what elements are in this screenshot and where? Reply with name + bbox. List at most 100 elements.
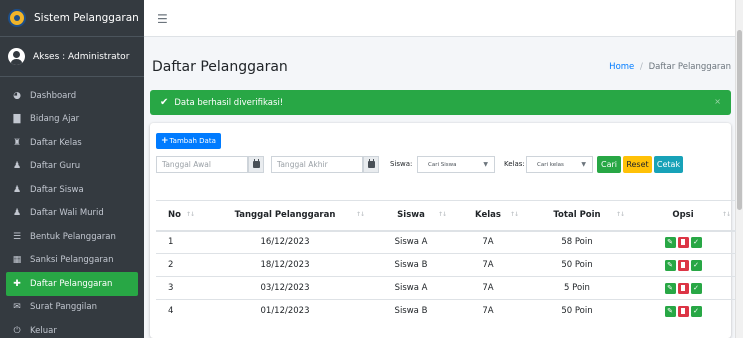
dashboard-icon: ◕ <box>13 90 21 101</box>
sidebar-nav: ◕ Dashboard ▇ Bidang Ajar ♜ Daftar Kelas… <box>0 77 144 338</box>
cell-siswa: Siswa B <box>370 299 452 323</box>
sidebar-item-daftar-kelas[interactable]: ♜ Daftar Kelas <box>0 131 144 155</box>
cell-kelas: 7A <box>452 299 524 323</box>
breadcrumb-current: Daftar Pelanggaran <box>648 62 731 72</box>
edit-button[interactable]: ✎ <box>664 259 676 271</box>
cell-siswa: Siswa A <box>370 276 452 300</box>
sidebar-item-daftar-wali-murid[interactable]: ♟ Daftar Wali Murid <box>0 202 144 226</box>
column-header-opsi[interactable]: Opsi ↑↓ <box>630 200 736 232</box>
table-row: 3 03/12/2023 Siswa A 7A 5 Poin ✎ ✓ <box>156 276 736 300</box>
cell-tanggal: 18/12/2023 <box>200 253 370 277</box>
book-icon: ▇ <box>13 114 21 125</box>
verify-button[interactable]: ✓ <box>690 259 702 271</box>
chevron-down-icon: ▼ <box>483 161 488 168</box>
check-icon: ✔ <box>160 97 169 108</box>
breadcrumb-home-link[interactable]: Home <box>609 62 634 72</box>
sort-icon: ↑↓ <box>721 211 731 218</box>
violations-table: No ↑↓ Tanggal Pelanggaran ↑↓ Siswa ↑↓ Kelas… <box>156 200 736 323</box>
verify-button[interactable]: ✓ <box>690 236 702 248</box>
sidebar-item-bidang-ajar[interactable]: ▇ Bidang Ajar <box>0 108 144 132</box>
power-icon: ⏻ <box>13 325 21 336</box>
user-panel[interactable]: Akses : Administrator <box>0 37 144 77</box>
table-row: 4 01/12/2023 Siswa B 7A 50 Poin ✎ ✓ <box>156 299 736 323</box>
cell-siswa: Siswa B <box>370 253 452 277</box>
main-content: Daftar Pelanggaran Home / Daftar Pelangg… <box>144 37 736 338</box>
delete-button[interactable] <box>677 282 689 294</box>
sidebar-item-label: Bidang Ajar <box>30 114 80 125</box>
sidebar-item-label: Daftar Wali Murid <box>30 208 104 219</box>
cell-total-poin: 50 Poin <box>524 253 630 277</box>
column-header-label: Total Poin <box>553 210 601 221</box>
verify-button[interactable]: ✓ <box>690 305 702 317</box>
plus-icon: + <box>161 136 169 146</box>
sort-icon: ↑↓ <box>509 211 519 218</box>
sidebar-item-sanksi-pelanggaran[interactable]: ▦ Sanksi Pelanggaran <box>0 249 144 273</box>
end-date-calendar-button[interactable] <box>363 156 379 173</box>
cell-opsi: ✎ ✓ <box>630 299 736 323</box>
column-header-siswa[interactable]: Siswa ↑↓ <box>370 200 452 232</box>
siswa-select[interactable]: Cari Siswa ▼ <box>417 156 495 173</box>
cell-no: 2 <box>156 253 200 277</box>
column-header-label: Opsi <box>672 210 694 221</box>
cari-button[interactable]: Cari <box>597 156 621 173</box>
sidebar-item-label: Daftar Pelanggaran <box>30 278 113 289</box>
column-header-label: Tanggal Pelanggaran <box>234 210 336 221</box>
add-data-button[interactable]: + Tambah Data <box>156 133 221 149</box>
sort-icon: ↑↓ <box>615 211 625 218</box>
column-header-no[interactable]: No ↑↓ <box>156 200 200 232</box>
sidebar-item-keluar[interactable]: ⏻ Keluar <box>0 319 144 338</box>
alert-close-button[interactable]: × <box>714 97 721 106</box>
brand[interactable]: Sistem Pelanggaran <box>0 0 144 37</box>
sidebar-item-label: Keluar <box>30 325 57 336</box>
plus-icon: ✚ <box>13 278 21 289</box>
column-header-label: Siswa <box>397 210 425 221</box>
table-icon: ▦ <box>12 255 22 266</box>
table-row: 2 18/12/2023 Siswa B 7A 50 Poin ✎ ✓ <box>156 253 736 277</box>
sort-icon: ↑↓ <box>185 211 195 218</box>
sidebar-item-surat-panggilan[interactable]: ✉ Surat Panggilan <box>0 296 144 320</box>
cell-tanggal: 16/12/2023 <box>200 230 370 254</box>
column-header-total-poin[interactable]: Total Poin ↑↓ <box>524 200 630 232</box>
cell-kelas: 7A <box>452 253 524 277</box>
list-icon: ☰ <box>12 231 22 242</box>
column-header-tanggal[interactable]: Tanggal Pelanggaran ↑↓ <box>200 200 370 232</box>
menu-toggle-icon[interactable]: ☰ <box>157 12 168 26</box>
reset-button[interactable]: Reset <box>623 156 652 173</box>
verify-button[interactable]: ✓ <box>690 282 702 294</box>
calendar-icon <box>367 159 375 168</box>
users-icon: ♟ <box>12 161 22 172</box>
user-access: Akses : Administrator <box>33 51 130 62</box>
delete-button[interactable] <box>677 305 689 317</box>
calendar-icon <box>252 159 260 168</box>
end-date-input[interactable]: Tanggal Akhir <box>271 156 363 173</box>
cetak-button[interactable]: Cetak <box>654 156 683 173</box>
sidebar-item-bentuk-pelanggaran[interactable]: ☰ Bentuk Pelanggaran <box>0 225 144 249</box>
sidebar-item-label: Surat Panggilan <box>30 302 97 313</box>
kelas-select[interactable]: Cari kelas ▼ <box>526 156 593 173</box>
cell-no: 4 <box>156 299 200 323</box>
delete-button[interactable] <box>677 259 689 271</box>
column-header-kelas[interactable]: Kelas ↑↓ <box>452 200 524 232</box>
start-date-input[interactable]: Tanggal Awal <box>156 156 248 173</box>
sidebar-item-label: Bentuk Pelanggaran <box>30 231 116 242</box>
cell-opsi: ✎ ✓ <box>630 230 736 254</box>
siswa-select-value: Cari Siswa <box>428 161 457 168</box>
edit-button[interactable]: ✎ <box>664 282 676 294</box>
users-icon: ♟ <box>12 208 22 219</box>
delete-button[interactable] <box>677 236 689 248</box>
sidebar-item-daftar-siswa[interactable]: ♟ Daftar Siswa <box>0 178 144 202</box>
scrollbar-thumb[interactable] <box>737 30 742 210</box>
start-date-calendar-button[interactable] <box>248 156 264 173</box>
edit-button[interactable]: ✎ <box>664 236 676 248</box>
sidebar-item-daftar-guru[interactable]: ♟ Daftar Guru <box>0 155 144 179</box>
kelas-label: Kelas: <box>504 160 525 168</box>
cell-opsi: ✎ ✓ <box>630 276 736 300</box>
table-row: 1 16/12/2023 Siswa A 7A 58 Poin ✎ ✓ <box>156 230 736 254</box>
sidebar-item-label: Dashboard <box>30 90 77 101</box>
edit-button[interactable]: ✎ <box>664 305 676 317</box>
page-scrollbar[interactable] <box>735 0 743 338</box>
cell-kelas: 7A <box>452 230 524 254</box>
sidebar-item-daftar-pelanggaran[interactable]: ✚ Daftar Pelanggaran <box>6 272 138 296</box>
sidebar-item-dashboard[interactable]: ◕ Dashboard <box>0 84 144 108</box>
breadcrumb-separator: / <box>639 62 643 72</box>
